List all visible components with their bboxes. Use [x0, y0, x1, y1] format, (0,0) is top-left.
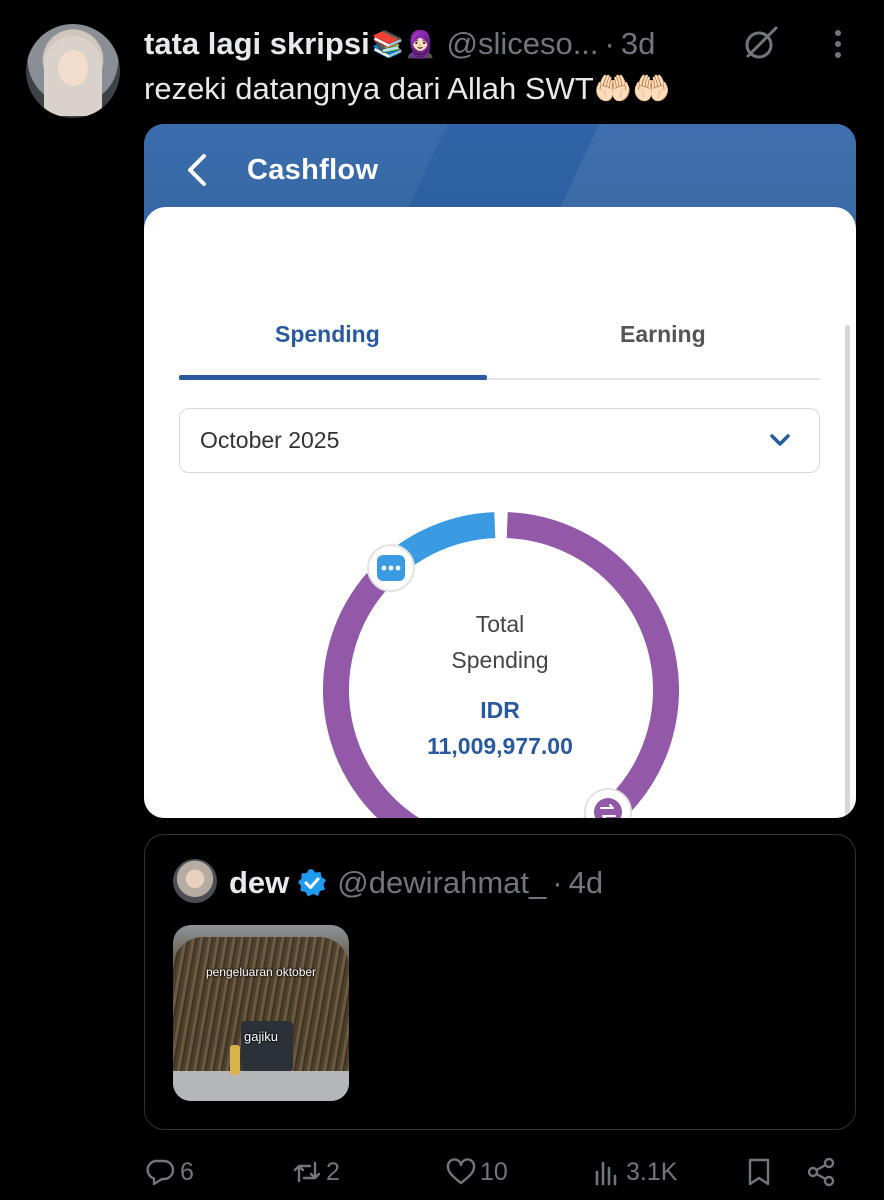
author-name-emoji: 📚🧕🏻 [371, 28, 437, 59]
tweet-media-image[interactable]: Cashflow Spending Earning October 2025 T… [144, 124, 856, 818]
author-name[interactable]: tata lagi skripsi [144, 26, 370, 62]
tweet-timestamp[interactable]: 3d [621, 26, 655, 62]
tweet-action-bar: 6 2 10 3.1K [0, 1150, 884, 1194]
total-amount: 11,009,977.00 [427, 733, 573, 759]
more-options-icon[interactable] [830, 28, 846, 60]
app-title: Cashflow [247, 154, 379, 186]
analytics-icon [595, 1161, 617, 1186]
repost-button[interactable]: 2 [292, 1150, 340, 1194]
reply-button[interactable]: 6 [146, 1150, 194, 1194]
author-handle[interactable]: @sliceso... [446, 26, 598, 62]
repost-count: 2 [326, 1157, 340, 1186]
grok-icon[interactable] [742, 24, 780, 62]
tweet-header: tata lagi skripsi 📚🧕🏻 @sliceso... · 3d [144, 26, 655, 62]
quoted-tweet-header: dew @dewirahmat_ · 4d [229, 865, 603, 901]
quoted-author-handle[interactable]: @dewirahmat_ [337, 865, 546, 901]
quoted-author-name[interactable]: dew [229, 865, 289, 901]
tab-spending: Spending [275, 321, 380, 347]
author-avatar[interactable] [26, 24, 120, 118]
heart-icon [446, 1158, 476, 1185]
quoted-media-image[interactable]: pengeluaran oktober gajiku [173, 925, 349, 1101]
month-value: October 2025 [200, 427, 340, 453]
quoted-timestamp[interactable]: 4d [569, 865, 603, 901]
tab-earning: Earning [620, 321, 706, 347]
currency-label: IDR [480, 697, 520, 723]
segment-badge-other-icon [367, 544, 415, 592]
repost-icon [293, 1161, 321, 1183]
share-icon [807, 1157, 835, 1187]
separator-dot: · [604, 26, 615, 61]
bookmark-button[interactable] [744, 1150, 774, 1194]
back-chevron-icon [188, 154, 206, 186]
views-button[interactable]: 3.1K [592, 1150, 677, 1194]
cashflow-card: Spending Earning October 2025 Total Spen… [144, 207, 856, 818]
reply-count: 6 [180, 1157, 194, 1186]
view-count: 3.1K [626, 1157, 678, 1186]
chevron-down-icon [770, 434, 790, 446]
quoted-author-avatar[interactable] [173, 859, 217, 903]
verified-badge-icon [298, 869, 327, 897]
meme-caption-bottom: gajiku [244, 1029, 278, 1044]
like-count: 10 [480, 1157, 508, 1186]
month-dropdown: October 2025 [179, 408, 820, 473]
tab-active-indicator [179, 375, 487, 380]
meme-caption-top: pengeluaran oktober [205, 965, 317, 979]
share-button[interactable] [806, 1150, 836, 1194]
bookmark-icon [748, 1158, 770, 1186]
quoted-separator-dot: · [552, 865, 563, 900]
total-label-line2: Spending [451, 647, 549, 673]
tweet-text: rezeki datangnya dari Allah SWT🤲🏻🤲🏻 [144, 71, 671, 106]
like-button[interactable]: 10 [446, 1150, 508, 1194]
total-label-line1: Total [475, 611, 525, 637]
reply-icon [146, 1159, 175, 1186]
quoted-tweet[interactable]: dew @dewirahmat_ · 4d pengeluaran oktobe… [144, 834, 856, 1130]
